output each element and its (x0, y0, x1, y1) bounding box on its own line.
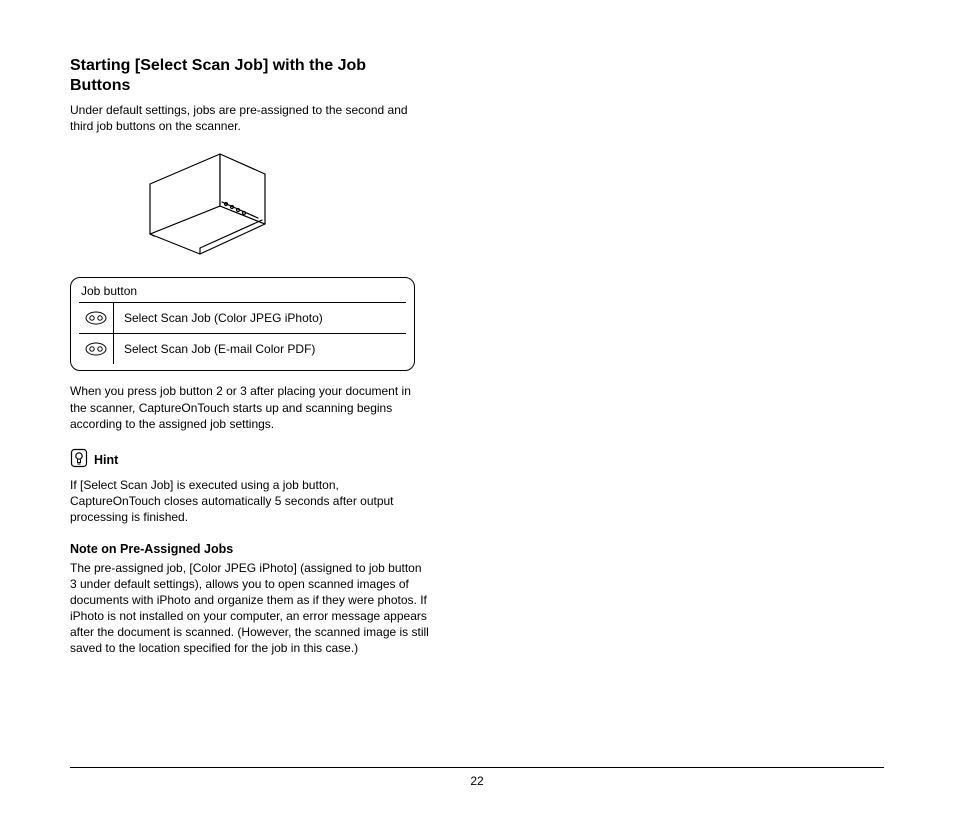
content-column: Starting [Select Scan Job] with the Job … (70, 56, 430, 657)
scanner-illustration (130, 144, 430, 269)
intro-paragraph: Under default settings, jobs are pre-ass… (70, 102, 430, 134)
hint-text: If [Select Scan Job] is executed using a… (70, 477, 430, 526)
hint-label: Hint (94, 453, 118, 467)
note-text: The pre-assigned job, [Color JPEG iPhoto… (70, 560, 430, 657)
page-footer: 22 (70, 767, 884, 788)
hint-heading: Hint (70, 448, 430, 473)
job-button-icon (79, 303, 114, 333)
table-cell-label: Select Scan Job (Color JPEG iPhoto) (114, 303, 406, 333)
page: Starting [Select Scan Job] with the Job … (0, 0, 954, 818)
table-header: Job button (71, 278, 414, 302)
table-row: Select Scan Job (Color JPEG iPhoto) (79, 302, 406, 333)
table-cell-label: Select Scan Job (E-mail Color PDF) (114, 334, 406, 364)
footer-rule (70, 767, 884, 768)
job-button-table: Job button Select Scan Job (Color JPEG i… (70, 277, 415, 371)
after-table-paragraph: When you press job button 2 or 3 after p… (70, 383, 430, 432)
job-button-icon (79, 334, 114, 364)
table-row: Select Scan Job (E-mail Color PDF) (79, 333, 406, 364)
lightbulb-icon (70, 448, 88, 473)
note-heading: Note on Pre-Assigned Jobs (70, 542, 430, 556)
section-title: Starting [Select Scan Job] with the Job … (70, 56, 430, 96)
page-number: 22 (70, 774, 884, 788)
